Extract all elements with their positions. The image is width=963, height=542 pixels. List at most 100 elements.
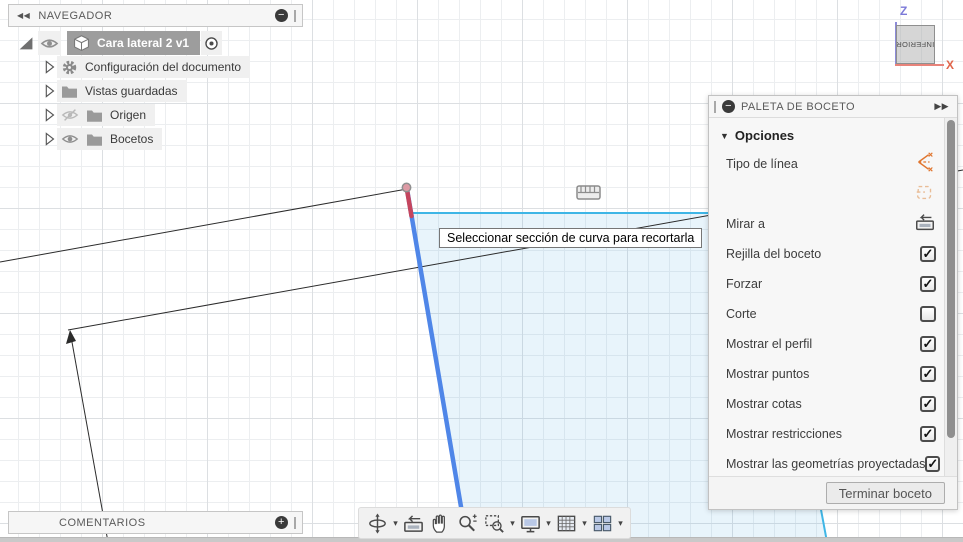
checkbox-forzar[interactable] <box>920 276 936 292</box>
expand-arrow-icon[interactable] <box>43 107 56 123</box>
viewcube[interactable]: INFERIOR Z X <box>858 0 963 90</box>
palette-row-dimensions: Mostrar cotas <box>709 389 944 419</box>
tree-item[interactable]: Origen <box>57 104 156 126</box>
grid-display-icon[interactable] <box>553 510 580 537</box>
viewports-dropdown-caret[interactable]: ▾ <box>616 518 625 529</box>
tree-item-selected[interactable]: Cara lateral 2 v1 <box>67 31 200 55</box>
row-label: Mostrar las geometrías proyectadas <box>726 457 926 471</box>
expand-triangle-icon[interactable] <box>18 35 34 51</box>
tree-row-sketches[interactable]: Bocetos <box>43 128 163 150</box>
zoom-window-dropdown-caret[interactable]: ▾ <box>508 518 517 529</box>
panel-drag-handle[interactable] <box>294 516 296 529</box>
palette-body: ▼ Opciones Tipo de línea Mirar a Rejilla… <box>709 118 944 476</box>
tree-item-label: Vistas guardadas <box>85 84 178 98</box>
scrollbar-thumb[interactable] <box>947 120 955 438</box>
tree-item[interactable]: Configuración del documento <box>57 56 251 78</box>
zoom-icon[interactable] <box>454 510 481 537</box>
look-at-icon[interactable] <box>914 211 936 238</box>
navigator-panel-header: ◀◀ NAVEGADOR − <box>8 4 303 27</box>
expand-arrow-icon[interactable] <box>43 83 56 99</box>
orbit-dropdown-caret[interactable]: ▾ <box>391 518 400 529</box>
row-label: Forzar <box>726 277 763 291</box>
highlighted-curve-section[interactable] <box>404 187 414 219</box>
display-settings-icon[interactable] <box>517 510 544 537</box>
pan-icon[interactable] <box>427 510 454 537</box>
viewports-icon[interactable] <box>589 510 616 537</box>
collapse-circle-icon[interactable]: − <box>275 9 288 22</box>
visibility-toggle[interactable] <box>38 31 61 55</box>
checkbox-corte[interactable] <box>920 306 936 322</box>
tree-row-doc-settings[interactable]: Configuración del documento <box>43 56 251 78</box>
tree-row-component[interactable]: Cara lateral 2 v1 <box>18 31 222 55</box>
palette-title: PALETA DE BOCETO <box>741 100 855 113</box>
checkbox-perfil[interactable] <box>920 336 936 352</box>
row-label: Mirar a <box>726 217 765 231</box>
look-at-icon[interactable] <box>400 510 427 537</box>
expand-arrow-icon[interactable] <box>43 59 56 75</box>
x-axis-label: X <box>946 58 955 72</box>
minus-glyph: − <box>278 9 285 21</box>
component-name: Cara lateral 2 v1 <box>97 36 190 50</box>
finish-sketch-button[interactable]: Terminar boceto <box>825 482 945 504</box>
folder-icon <box>61 84 78 99</box>
display-dropdown-caret[interactable]: ▾ <box>544 518 553 529</box>
palette-row-slice: Corte <box>709 299 944 329</box>
section-label: Opciones <box>734 128 795 143</box>
orbit-icon[interactable] <box>364 510 391 537</box>
section-caret-icon: ▼ <box>720 130 729 141</box>
tree-item[interactable]: Vistas guardadas <box>57 80 187 102</box>
palette-footer: Terminar boceto <box>709 476 957 509</box>
palette-row-line-type: Tipo de línea <box>709 149 944 179</box>
folder-icon <box>86 108 103 123</box>
expand-arrow-icon[interactable] <box>43 131 56 147</box>
tree-item[interactable]: Bocetos <box>57 128 163 150</box>
row-label: Corte <box>726 307 757 321</box>
eye-icon[interactable] <box>61 130 79 148</box>
sketch-line-upper[interactable] <box>0 188 408 263</box>
sketch-scale-icon[interactable] <box>914 180 936 209</box>
tree-item-label: Origen <box>110 108 147 122</box>
expand-panel-icon[interactable]: ▶▶ <box>934 101 949 112</box>
activate-component-radio[interactable] <box>201 31 222 55</box>
dimension-badge-icon[interactable] <box>576 185 601 200</box>
panel-drag-handle[interactable] <box>294 9 296 22</box>
panel-drag-handle[interactable] <box>714 100 716 113</box>
zoom-window-icon[interactable] <box>481 510 508 537</box>
comments-panel-header: COMENTARIOS + <box>8 511 303 534</box>
palette-row-grid: Rejilla del boceto <box>709 239 944 269</box>
collapse-circle-icon[interactable]: − <box>722 100 735 113</box>
checkbox-proyectadas[interactable] <box>925 456 941 472</box>
checkbox-rejilla[interactable] <box>920 246 936 262</box>
plus-glyph: + <box>278 516 285 528</box>
x-axis-line <box>895 64 944 66</box>
palette-scrollbar[interactable] <box>944 118 957 476</box>
eye-icon <box>40 38 59 48</box>
section-opciones[interactable]: ▼ Opciones <box>709 118 944 149</box>
gear-icon <box>61 59 78 76</box>
row-label: Mostrar cotas <box>726 397 802 411</box>
line-arrowhead <box>66 330 76 344</box>
tree-row-origin[interactable]: Origen <box>43 104 156 126</box>
radio-dot-icon <box>205 36 218 50</box>
add-comment-icon[interactable]: + <box>275 516 288 529</box>
sketch-palette-panel: − PALETA DE BOCETO ▶▶ ▼ Opciones Tipo de… <box>708 95 958 510</box>
checkbox-cotas[interactable] <box>920 396 936 412</box>
palette-row-snap: Forzar <box>709 269 944 299</box>
tree-item-label: Bocetos <box>110 132 154 146</box>
navigator-title: NAVEGADOR <box>38 9 113 22</box>
tree-row-saved-views[interactable]: Vistas guardadas <box>43 80 187 102</box>
sketch-point[interactable] <box>401 182 412 193</box>
component-cube-icon <box>74 34 89 51</box>
checkbox-puntos[interactable] <box>920 366 936 382</box>
collapse-panel-icon[interactable]: ◀◀ <box>17 11 30 20</box>
checkbox-restricciones[interactable] <box>920 426 936 442</box>
palette-row-points: Mostrar puntos <box>709 359 944 389</box>
grid-dropdown-caret[interactable]: ▾ <box>580 518 589 529</box>
line-type-icon[interactable] <box>914 150 936 179</box>
viewcube-face[interactable]: INFERIOR <box>896 25 935 64</box>
row-label: Mostrar restricciones <box>726 427 842 441</box>
row-label: Tipo de línea <box>726 157 798 171</box>
comments-title: COMENTARIOS <box>59 516 146 529</box>
eye-off-icon[interactable] <box>61 106 79 124</box>
tree-item-label: Configuración del documento <box>85 60 242 74</box>
